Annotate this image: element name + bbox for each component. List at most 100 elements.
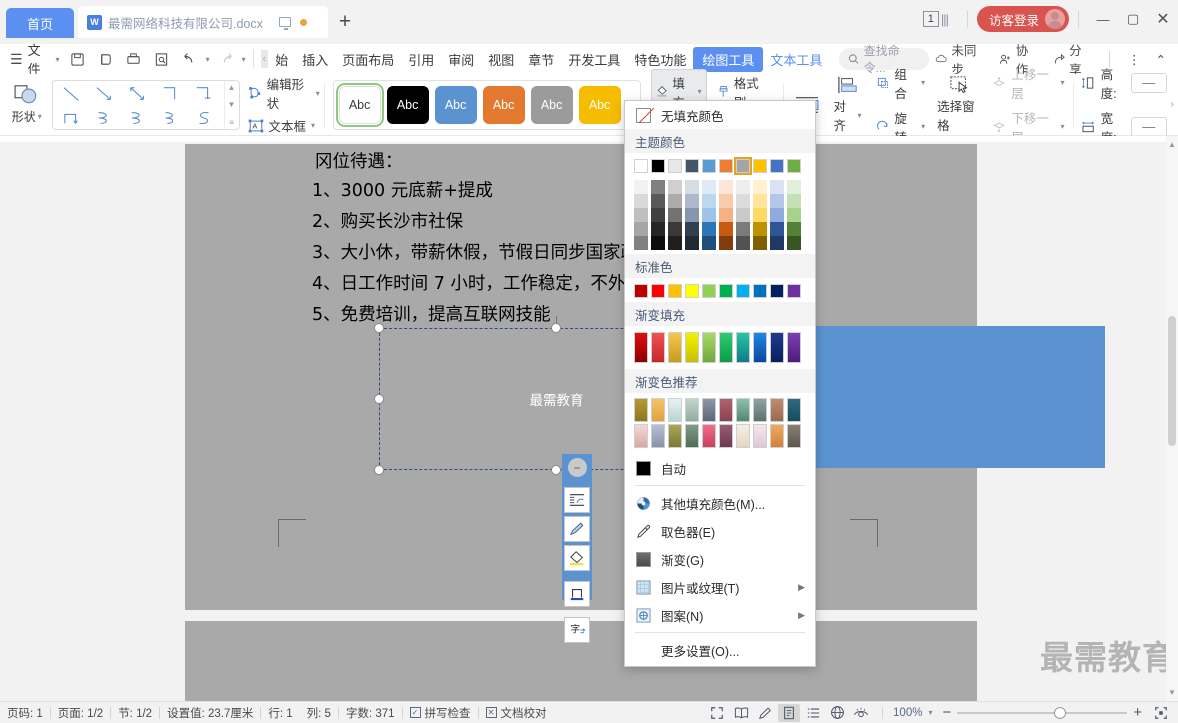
tab-home[interactable]: 首页 xyxy=(6,8,74,38)
tab-review[interactable]: 审阅 xyxy=(441,47,481,72)
shape-height-field[interactable]: 高度: — xyxy=(1081,64,1167,102)
gradient-fill-8[interactable] xyxy=(770,332,784,363)
text-direction-button[interactable]: 字 xyxy=(564,617,590,643)
gradient-rec-4[interactable] xyxy=(702,398,716,422)
theme-color-4[interactable] xyxy=(702,159,716,173)
shape-curve-2[interactable] xyxy=(122,106,155,130)
shape-elbow-arrow[interactable] xyxy=(188,82,221,106)
gradient-fill-7[interactable] xyxy=(753,332,767,363)
gradient-rec-0[interactable] xyxy=(634,398,648,422)
gradient-rec-3[interactable] xyxy=(685,398,699,422)
tab-references[interactable]: 引用 xyxy=(401,47,441,72)
shape-elbow-connector[interactable] xyxy=(155,82,188,106)
zoom-level-label[interactable]: 100% xyxy=(893,707,922,719)
standard-color-2[interactable] xyxy=(668,284,682,298)
file-menu[interactable]: 文件 ▾ xyxy=(28,40,60,78)
ribbon-scroll-left[interactable]: ‹ xyxy=(260,50,269,68)
reading-layout-button[interactable] xyxy=(730,704,752,722)
new-tab-button[interactable]: + xyxy=(328,6,362,38)
scroll-down-icon[interactable]: ▼ xyxy=(228,100,236,109)
gradient-rec-10[interactable] xyxy=(634,424,648,448)
theme-colors-variants[interactable] xyxy=(625,177,815,254)
blue-rectangle-shape[interactable] xyxy=(815,326,1105,468)
sync-status[interactable]: 未同步 xyxy=(929,40,990,78)
page-badge[interactable]: 1 xyxy=(922,11,939,27)
status-section[interactable]: 节: 1/2 xyxy=(111,705,159,721)
theme-color-3[interactable] xyxy=(685,159,699,173)
ribbon-overflow-button[interactable]: › xyxy=(1167,99,1178,110)
text-box-button[interactable]: A 文本框 ▾ xyxy=(248,116,320,135)
resize-handle-bl[interactable] xyxy=(374,465,384,475)
print-icon[interactable] xyxy=(122,48,146,70)
theme-variant-col-4[interactable] xyxy=(702,180,716,250)
shapes-button[interactable]: 形状 ▾ xyxy=(6,84,48,125)
gradient-fill-4[interactable] xyxy=(702,332,716,363)
resize-handle-tc[interactable] xyxy=(551,323,561,333)
hamburger-icon[interactable]: ☰ xyxy=(10,52,23,66)
tab-text-tools[interactable]: 文本工具 xyxy=(763,47,829,72)
gradient-fill-0[interactable] xyxy=(634,332,648,363)
save-icon[interactable] xyxy=(66,48,90,70)
zoom-slider-track[interactable] xyxy=(957,706,1128,719)
status-col[interactable]: 列: 5 xyxy=(300,705,338,721)
gradient-rec-15[interactable] xyxy=(719,424,733,448)
status-page-number[interactable]: 页码: 1 xyxy=(0,705,50,721)
undo-chevron-icon[interactable]: ▾ xyxy=(206,55,210,64)
theme-color-5[interactable] xyxy=(719,159,733,173)
gradient-rec-16[interactable] xyxy=(736,424,750,448)
standard-color-1[interactable] xyxy=(651,284,665,298)
document-canvas[interactable]: 冈位待遇： 1、3000 元底薪+提成 2、购买长沙市社保 3、大小休，带薪休假… xyxy=(0,136,1178,701)
scroll-up-icon[interactable]: ▲ xyxy=(1166,140,1178,149)
gradient-rec-11[interactable] xyxy=(651,424,665,448)
shape-s-curve[interactable] xyxy=(188,106,221,130)
tab-page-layout[interactable]: 页面布局 xyxy=(335,47,401,72)
shape-double-arrow[interactable] xyxy=(122,82,155,106)
shape-style-3[interactable]: Abc xyxy=(482,85,525,124)
save-as-icon[interactable] xyxy=(94,48,118,70)
gradient-fill-5[interactable] xyxy=(719,332,733,363)
fit-page-button[interactable] xyxy=(1150,704,1172,722)
gallery-expand-icon[interactable]: ≡ xyxy=(229,118,234,127)
zoom-slider-knob[interactable] xyxy=(1054,706,1067,719)
gradient-rec-17[interactable] xyxy=(753,424,767,448)
shape-style-5[interactable]: Abc xyxy=(578,85,621,124)
tab-view[interactable]: 视图 xyxy=(481,47,521,72)
more-fill-colors-item[interactable]: 其他填充颜色(M)... xyxy=(625,489,815,517)
status-spell-check[interactable]: ✓ 拼写检查 xyxy=(403,705,478,721)
print-preview-icon[interactable] xyxy=(150,48,174,70)
theme-variant-col-0[interactable] xyxy=(634,180,648,250)
layout-options-button[interactable] xyxy=(564,487,590,513)
presentation-icon[interactable] xyxy=(278,17,291,30)
picture-texture-item[interactable]: 图片或纹理(T) ▶ xyxy=(625,573,815,601)
gradient-rec-14[interactable] xyxy=(702,424,716,448)
shape-line-arrow[interactable] xyxy=(89,82,122,106)
standard-color-7[interactable] xyxy=(753,284,767,298)
gradient-fill-3[interactable] xyxy=(685,332,699,363)
status-doc-proof[interactable]: ✕ 文档校对 xyxy=(479,705,554,721)
shape-style-2[interactable]: Abc xyxy=(434,85,477,124)
theme-color-8[interactable] xyxy=(770,159,784,173)
standard-color-8[interactable] xyxy=(770,284,784,298)
theme-color-0[interactable] xyxy=(634,159,648,173)
chevron-down-icon[interactable]: ▾ xyxy=(698,87,702,96)
resize-handle-tl[interactable] xyxy=(374,323,384,333)
print-layout-button[interactable] xyxy=(778,703,801,722)
gradient-rec-5[interactable] xyxy=(719,398,733,422)
gradient-fill-1[interactable] xyxy=(651,332,665,363)
theme-variant-col-3[interactable] xyxy=(685,180,699,250)
gradient-rec-6[interactable] xyxy=(736,398,750,422)
theme-color-6[interactable] xyxy=(734,157,752,175)
shape-style-1[interactable]: Abc xyxy=(386,85,429,124)
zoom-in-button[interactable]: + xyxy=(1133,704,1142,721)
outline-view-button[interactable] xyxy=(802,704,824,722)
guest-login-button[interactable]: 访客登录 xyxy=(976,6,1069,32)
scrollbar-thumb[interactable] xyxy=(1168,316,1176,446)
shape-line[interactable] xyxy=(56,82,89,106)
standard-color-3[interactable] xyxy=(685,284,699,298)
gradient-rec-12[interactable] xyxy=(668,424,682,448)
status-row[interactable]: 行: 1 xyxy=(261,705,299,721)
shape-style-4[interactable]: Abc xyxy=(530,85,573,124)
gradient-rec-19[interactable] xyxy=(787,424,801,448)
standard-color-5[interactable] xyxy=(719,284,733,298)
shape-outline-button[interactable] xyxy=(564,516,590,542)
